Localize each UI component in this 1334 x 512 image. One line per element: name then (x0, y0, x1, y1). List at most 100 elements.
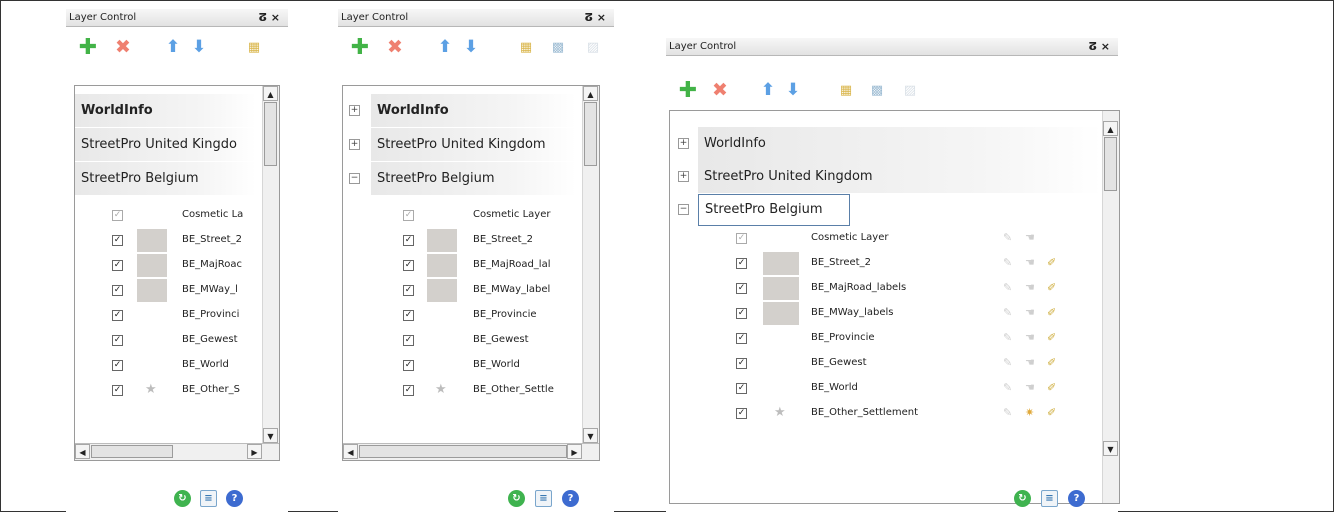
visibility-checkbox[interactable]: ✓ (403, 385, 414, 396)
layer-row[interactable]: ✓ ★ BE_Other_S (75, 378, 256, 402)
layer-row[interactable]: ✓ Cosmetic La (75, 203, 256, 227)
label-icon[interactable]: ✐ (1047, 326, 1056, 350)
visibility-checkbox[interactable]: ✓ (736, 283, 747, 294)
layer-properties-icon[interactable]: ▦ (836, 80, 856, 100)
label-icon[interactable]: ✐ (1047, 301, 1056, 325)
expand-icon[interactable]: + (678, 171, 689, 182)
move-up-icon[interactable]: ⬆ (163, 37, 183, 57)
layer-row[interactable]: ✓ BE_Provinci (75, 303, 256, 327)
edit-icon[interactable]: ✎ (1003, 226, 1012, 250)
close-icon[interactable]: × (271, 11, 284, 24)
add-layer-icon[interactable]: ✚ (78, 35, 98, 60)
scroll-up-icon[interactable]: ▲ (583, 86, 598, 101)
visibility-checkbox[interactable]: ✓ (112, 210, 123, 221)
edit-icon[interactable]: ✎ (1003, 326, 1012, 350)
layer-row[interactable]: ✓ BE_World (343, 353, 578, 377)
style-override-icon[interactable]: ▨ (583, 37, 603, 57)
scroll-down-icon[interactable]: ▼ (583, 428, 598, 443)
move-down-icon[interactable]: ⬇ (189, 37, 209, 57)
ok-icon[interactable]: ↻ (174, 490, 191, 507)
vertical-scrollbar[interactable]: ▲ ▼ (1102, 111, 1119, 503)
group-row-worldinfo[interactable]: WorldInfo (75, 94, 256, 127)
edit-icon[interactable]: ✎ (1003, 351, 1012, 375)
remove-layer-icon[interactable]: ✖ (710, 79, 730, 101)
layer-row[interactable]: ✓ BE_Gewest ✎ ☚ ✐ (670, 351, 1102, 375)
help-icon[interactable]: ? (226, 490, 243, 507)
add-layer-icon[interactable]: ✚ (678, 78, 698, 103)
layer-row[interactable]: ✓ BE_Street_2 ✎ ☚ ✐ (670, 251, 1102, 275)
layer-row[interactable]: ✓ Cosmetic Layer ✎ ☚ (670, 226, 1102, 250)
list-icon[interactable]: ≡ (200, 490, 217, 507)
layer-row[interactable]: ✓ BE_Street_2 (75, 228, 256, 252)
scroll-right-icon[interactable]: ▶ (247, 444, 262, 459)
layer-row[interactable]: ✓ ★ BE_Other_Settlement ✎ ✷ ✐ (670, 401, 1102, 425)
list-icon[interactable]: ≡ (1041, 490, 1058, 507)
select-icon[interactable]: ☚ (1025, 301, 1035, 325)
scroll-down-icon[interactable]: ▼ (263, 428, 278, 443)
select-icon[interactable]: ☚ (1025, 376, 1035, 400)
layer-row[interactable]: ✓ BE_World ✎ ☚ ✐ (670, 376, 1102, 400)
label-icon[interactable]: ✐ (1047, 351, 1056, 375)
layer-row[interactable]: ✓ BE_Street_2 (343, 228, 578, 252)
move-down-icon[interactable]: ⬇ (461, 37, 481, 57)
visibility-checkbox[interactable]: ✓ (112, 310, 123, 321)
layer-row[interactable]: ✓ BE_Provincie (343, 303, 578, 327)
scroll-left-icon[interactable]: ◀ (343, 444, 358, 459)
pin-icon[interactable]: ⵒ (585, 11, 597, 24)
edit-icon[interactable]: ✎ (1003, 376, 1012, 400)
move-up-icon[interactable]: ⬆ (758, 80, 778, 100)
group-row-worldinfo[interactable]: WorldInfo (698, 127, 1102, 160)
visibility-checkbox[interactable]: ✓ (112, 335, 123, 346)
scroll-thumb[interactable] (1104, 137, 1117, 191)
horizontal-scrollbar[interactable]: ◀ ▶ (75, 443, 279, 460)
horizontal-scrollbar[interactable]: ◀ ▶ (343, 443, 599, 460)
group-row-streetpro-uk[interactable]: StreetPro United Kingdo (75, 128, 256, 161)
group-row-streetpro-belgium[interactable]: StreetPro Belgium (371, 162, 576, 195)
move-up-icon[interactable]: ⬆ (435, 37, 455, 57)
close-icon[interactable]: × (597, 11, 610, 24)
visibility-checkbox[interactable]: ✓ (736, 408, 747, 419)
add-layer-icon[interactable]: ✚ (350, 35, 370, 60)
layer-row[interactable]: ✓ BE_MajRoad_labels ✎ ☚ ✐ (670, 276, 1102, 300)
group-row-streetpro-uk[interactable]: StreetPro United Kingdom (371, 128, 576, 161)
scroll-left-icon[interactable]: ◀ (75, 444, 90, 459)
layer-row[interactable]: ✓ BE_MWay_labels ✎ ☚ ✐ (670, 301, 1102, 325)
label-icon[interactable]: ✐ (1047, 376, 1056, 400)
layer-row[interactable]: ✓ BE_MajRoac (75, 253, 256, 277)
edit-icon[interactable]: ✎ (1003, 301, 1012, 325)
select-icon[interactable]: ☚ (1025, 226, 1035, 250)
select-icon[interactable]: ✷ (1025, 401, 1034, 425)
remove-layer-icon[interactable]: ✖ (113, 36, 133, 58)
visibility-checkbox[interactable]: ✓ (403, 235, 414, 246)
layer-row[interactable]: ✓ BE_MajRoad_lal (343, 253, 578, 277)
visibility-checkbox[interactable]: ✓ (736, 308, 747, 319)
layer-row[interactable]: ✓ BE_World (75, 353, 256, 377)
select-icon[interactable]: ☚ (1025, 251, 1035, 275)
close-icon[interactable]: × (1101, 40, 1114, 53)
ok-icon[interactable]: ↻ (1014, 490, 1031, 507)
edit-icon[interactable]: ✎ (1003, 401, 1012, 425)
visibility-checkbox[interactable]: ✓ (736, 358, 747, 369)
visibility-checkbox[interactable]: ✓ (403, 360, 414, 371)
panel-titlebar[interactable]: Layer Control ⵒ× (66, 9, 288, 27)
scroll-thumb[interactable] (91, 445, 173, 458)
scroll-down-icon[interactable]: ▼ (1103, 441, 1118, 456)
layer-properties-icon[interactable]: ▦ (244, 37, 264, 57)
group-row-streetpro-belgium[interactable]: StreetPro Belgium (698, 194, 850, 226)
scroll-thumb[interactable] (359, 445, 567, 458)
expand-icon[interactable]: + (349, 139, 360, 150)
vertical-scrollbar[interactable]: ▲ ▼ (262, 86, 279, 443)
list-icon[interactable]: ≡ (535, 490, 552, 507)
collapse-icon[interactable]: − (349, 173, 360, 184)
expand-icon[interactable]: + (678, 138, 689, 149)
label-icon[interactable]: ✐ (1047, 401, 1056, 425)
layer-row[interactable]: ✓ BE_MWay_l (75, 278, 256, 302)
label-icon[interactable]: ✐ (1047, 251, 1056, 275)
label-settings-icon[interactable]: ▩ (867, 80, 887, 100)
scroll-right-icon[interactable]: ▶ (567, 444, 582, 459)
group-row-worldinfo[interactable]: WorldInfo (371, 94, 576, 127)
visibility-checkbox[interactable]: ✓ (112, 260, 123, 271)
scroll-thumb[interactable] (584, 102, 597, 166)
visibility-checkbox[interactable]: ✓ (736, 258, 747, 269)
visibility-checkbox[interactable]: ✓ (112, 235, 123, 246)
